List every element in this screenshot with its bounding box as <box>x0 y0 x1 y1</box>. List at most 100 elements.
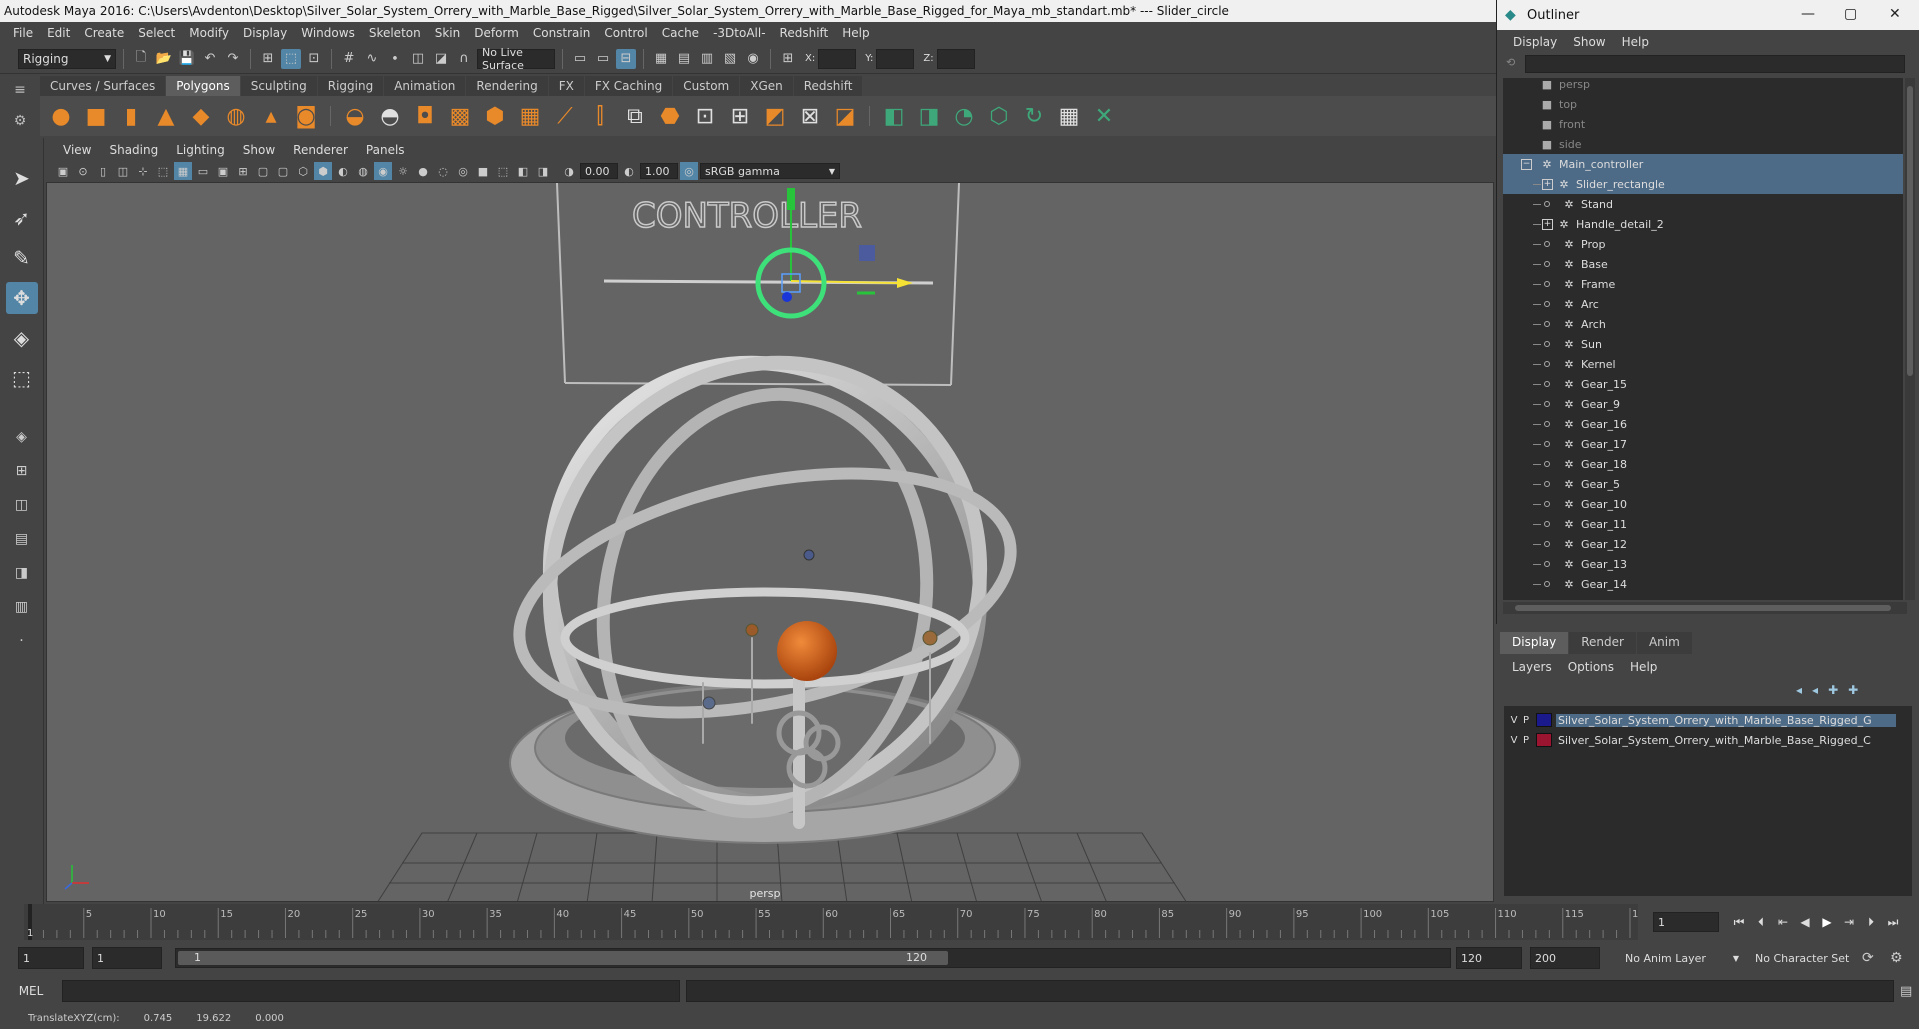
motion-blur-icon[interactable]: ◌ <box>434 162 452 180</box>
menu-create[interactable]: Create <box>77 26 131 40</box>
sun-sphere[interactable] <box>777 621 837 681</box>
filter-icon[interactable]: ⟲ <box>1506 56 1515 69</box>
ecliptic-ring[interactable] <box>560 587 970 689</box>
outliner-item[interactable]: ✲ Gear_15 <box>1503 374 1903 394</box>
play-forwards-icon[interactable]: ▶ <box>1818 912 1836 932</box>
xray-joints-icon[interactable]: ◨ <box>534 162 552 180</box>
outliner-item[interactable]: ✲ Stand <box>1503 194 1903 214</box>
layer-color-swatch[interactable] <box>1536 713 1552 727</box>
planet-mercury[interactable] <box>745 623 759 637</box>
outliner-item[interactable]: ✲ Sun <box>1503 334 1903 354</box>
four-view-layout-icon[interactable]: ⊞ <box>6 458 38 484</box>
outliner-layout-icon[interactable]: ▥ <box>6 594 38 620</box>
camera-attributes-icon[interactable]: ▣ <box>54 162 72 180</box>
command-language-label[interactable]: MEL <box>0 984 62 998</box>
layer-list[interactable]: V P Silver_Solar_System_Orrery_with_Marble… <box>1504 706 1912 896</box>
display-layer-row[interactable]: V P Silver_Solar_System_Orrery_with_Marble… <box>1504 710 1912 730</box>
viewport-menu-lighting[interactable]: Lighting <box>167 143 234 157</box>
outliner-horizontal-scroll-thumb[interactable] <box>1515 605 1891 611</box>
bookmark-icon[interactable]: ▯ <box>94 162 112 180</box>
animation-preferences-icon[interactable]: ⚙ <box>1890 950 1903 966</box>
film-gate-icon[interactable]: ⬚ <box>154 162 172 180</box>
ambient-occlusion-icon[interactable]: ● <box>414 162 432 180</box>
single-perspective-layout-icon[interactable]: ◈ <box>6 424 38 450</box>
outliner-item[interactable]: ✲ Gear_11 <box>1503 514 1903 534</box>
poly-pyramid-icon[interactable]: ▴ <box>256 101 286 131</box>
persp-outliner-layout-icon[interactable]: ◫ <box>6 492 38 518</box>
smooth-shade-icon[interactable]: ⬢ <box>314 162 332 180</box>
anim-layer-dropdown[interactable]: No Anim Layer ▼ <box>1620 947 1744 969</box>
outliner-search-input[interactable] <box>1525 55 1905 73</box>
uv-layout-icon[interactable]: ✕ <box>1089 101 1119 131</box>
poly-plane-icon[interactable]: ◆ <box>186 101 216 131</box>
redo-icon[interactable]: ↷ <box>223 49 243 69</box>
extrude-icon[interactable]: ⬢ <box>480 101 510 131</box>
xray-icon[interactable]: ◧ <box>514 162 532 180</box>
character-set-dropdown[interactable]: No Character Set <box>1750 947 1866 969</box>
viewport-menu-show[interactable]: Show <box>234 143 284 157</box>
outliner-vertical-scrollbar[interactable] <box>1905 78 1915 600</box>
select-object-icon[interactable]: ⬚ <box>281 48 301 69</box>
outliner-item[interactable]: ✲ Frame <box>1503 274 1903 294</box>
snap-point-icon[interactable]: ∙ <box>385 49 405 69</box>
step-back-frame-icon[interactable]: ⏴ <box>1752 912 1770 932</box>
poly-cone-icon[interactable]: ▲ <box>151 101 181 131</box>
checker-icon[interactable]: ▦ <box>1054 101 1084 131</box>
move-layer-down-icon[interactable]: ◂ <box>1812 683 1818 697</box>
menu-constrain[interactable]: Constrain <box>526 26 598 40</box>
gate-mask-icon[interactable]: ▣ <box>214 162 232 180</box>
target-weld-icon[interactable]: ⬣ <box>655 101 685 131</box>
layer-menu-layers[interactable]: Layers <box>1504 660 1560 674</box>
hypershade-layout-icon[interactable]: ◨ <box>6 560 38 586</box>
wireframe-grid-icon[interactable]: ▦ <box>174 162 192 180</box>
resolution-gate-icon[interactable]: ▭ <box>194 162 212 180</box>
outliner-item[interactable]: − ✲ Main_controller <box>1503 154 1903 174</box>
collapse-icon[interactable]: − <box>1521 158 1532 170</box>
output-ops-icon[interactable]: ▭ <box>593 49 613 69</box>
gamma-icon[interactable]: ◐ <box>620 162 638 180</box>
poly-torus-icon[interactable]: ◍ <box>221 101 251 131</box>
smooth-icon[interactable]: ◘ <box>410 101 440 131</box>
paint-select-tool-icon[interactable]: ✎ <box>6 242 38 274</box>
menu-windows[interactable]: Windows <box>294 26 362 40</box>
fill-hole-icon[interactable]: ⊡ <box>690 101 720 131</box>
select-hierarchy-icon[interactable]: ⊞ <box>258 49 278 69</box>
range-slider-handle[interactable] <box>178 951 948 965</box>
mirror-icon[interactable]: ◪ <box>830 101 860 131</box>
render-settings-icon[interactable]: ▦ <box>651 49 671 69</box>
append-polygon-icon[interactable]: ⊞ <box>725 101 755 131</box>
planet-venus[interactable] <box>922 630 938 646</box>
boolean-icon[interactable]: ▩ <box>445 101 475 131</box>
outliner-item[interactable]: + ✲ Handle_detail_2 <box>1503 214 1903 234</box>
outliner-item[interactable]: ■ top <box>1503 94 1903 114</box>
outliner-item[interactable]: ✲ Gear_13 <box>1503 554 1903 574</box>
outliner-item[interactable]: ✲ Gear_9 <box>1503 394 1903 414</box>
hypershade-icon[interactable]: ▧ <box>720 49 740 69</box>
uv-automatic-icon[interactable]: ⬡ <box>984 101 1014 131</box>
outliner-item[interactable]: ✲ Kernel <box>1503 354 1903 374</box>
outliner-menu-show[interactable]: Show <box>1565 35 1613 49</box>
step-forward-key-icon[interactable]: ⇥ <box>1840 912 1858 932</box>
select-component-icon[interactable]: ⊡ <box>304 49 324 69</box>
menu-help[interactable]: Help <box>835 26 876 40</box>
minimize-icon[interactable]: — <box>1801 6 1815 22</box>
outliner-item[interactable]: ■ persp <box>1503 78 1903 94</box>
lasso-tool-icon[interactable]: ➶ <box>6 202 38 234</box>
viewport-menu-panels[interactable]: Panels <box>357 143 414 157</box>
exposure-field[interactable]: 0.00 <box>580 163 618 179</box>
auto-key-icon[interactable]: ⟳ <box>1862 950 1874 966</box>
shelf-tab-rigging[interactable]: Rigging <box>317 76 384 96</box>
outliner-vertical-scroll-thumb[interactable] <box>1907 86 1913 376</box>
depth-of-field-icon[interactable]: ■ <box>474 162 492 180</box>
exposure-icon[interactable]: ◑ <box>560 162 578 180</box>
animation-end-field[interactable]: 200 <box>1530 947 1600 969</box>
create-empty-layer-icon[interactable]: ✚ <box>1828 683 1838 697</box>
use-all-lights-icon[interactable]: ◉ <box>374 162 392 180</box>
shadows-icon[interactable]: ☼ <box>394 162 412 180</box>
outliner-item[interactable]: ✲ Gear_5 <box>1503 474 1903 494</box>
ipr-render-icon[interactable]: ▥ <box>697 49 717 69</box>
field-chart-icon[interactable]: ⊞ <box>234 162 252 180</box>
command-input[interactable] <box>62 980 680 1002</box>
uv-planar-icon[interactable]: ◧ <box>879 101 909 131</box>
shelf-tab-sculpting[interactable]: Sculpting <box>240 76 317 96</box>
